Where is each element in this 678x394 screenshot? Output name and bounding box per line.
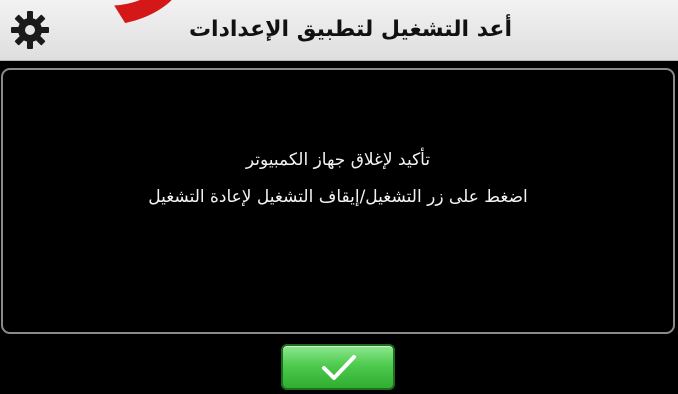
restart-dialog-screen: أعد التشغيل لتطبيق الإعدادات SO تأكيد لإ… [0, 0, 678, 394]
title-bar: أعد التشغيل لتطبيق الإعدادات [0, 0, 678, 61]
confirm-button[interactable] [281, 344, 395, 390]
page-title: أعد التشغيل لتطبيق الإعدادات [188, 17, 512, 42]
confirm-shutdown-message: تأكيد لإغلاق جهاز الكمبيوتر [245, 150, 431, 170]
checkmark-icon [322, 355, 356, 380]
power-button-instruction: اضغط على زر التشغيل/إيقاف التشغيل لإعادة… [148, 187, 528, 207]
message-panel: تأكيد لإغلاق جهاز الكمبيوتر اضغط على زر … [1, 68, 675, 334]
gear-icon[interactable] [10, 10, 50, 50]
